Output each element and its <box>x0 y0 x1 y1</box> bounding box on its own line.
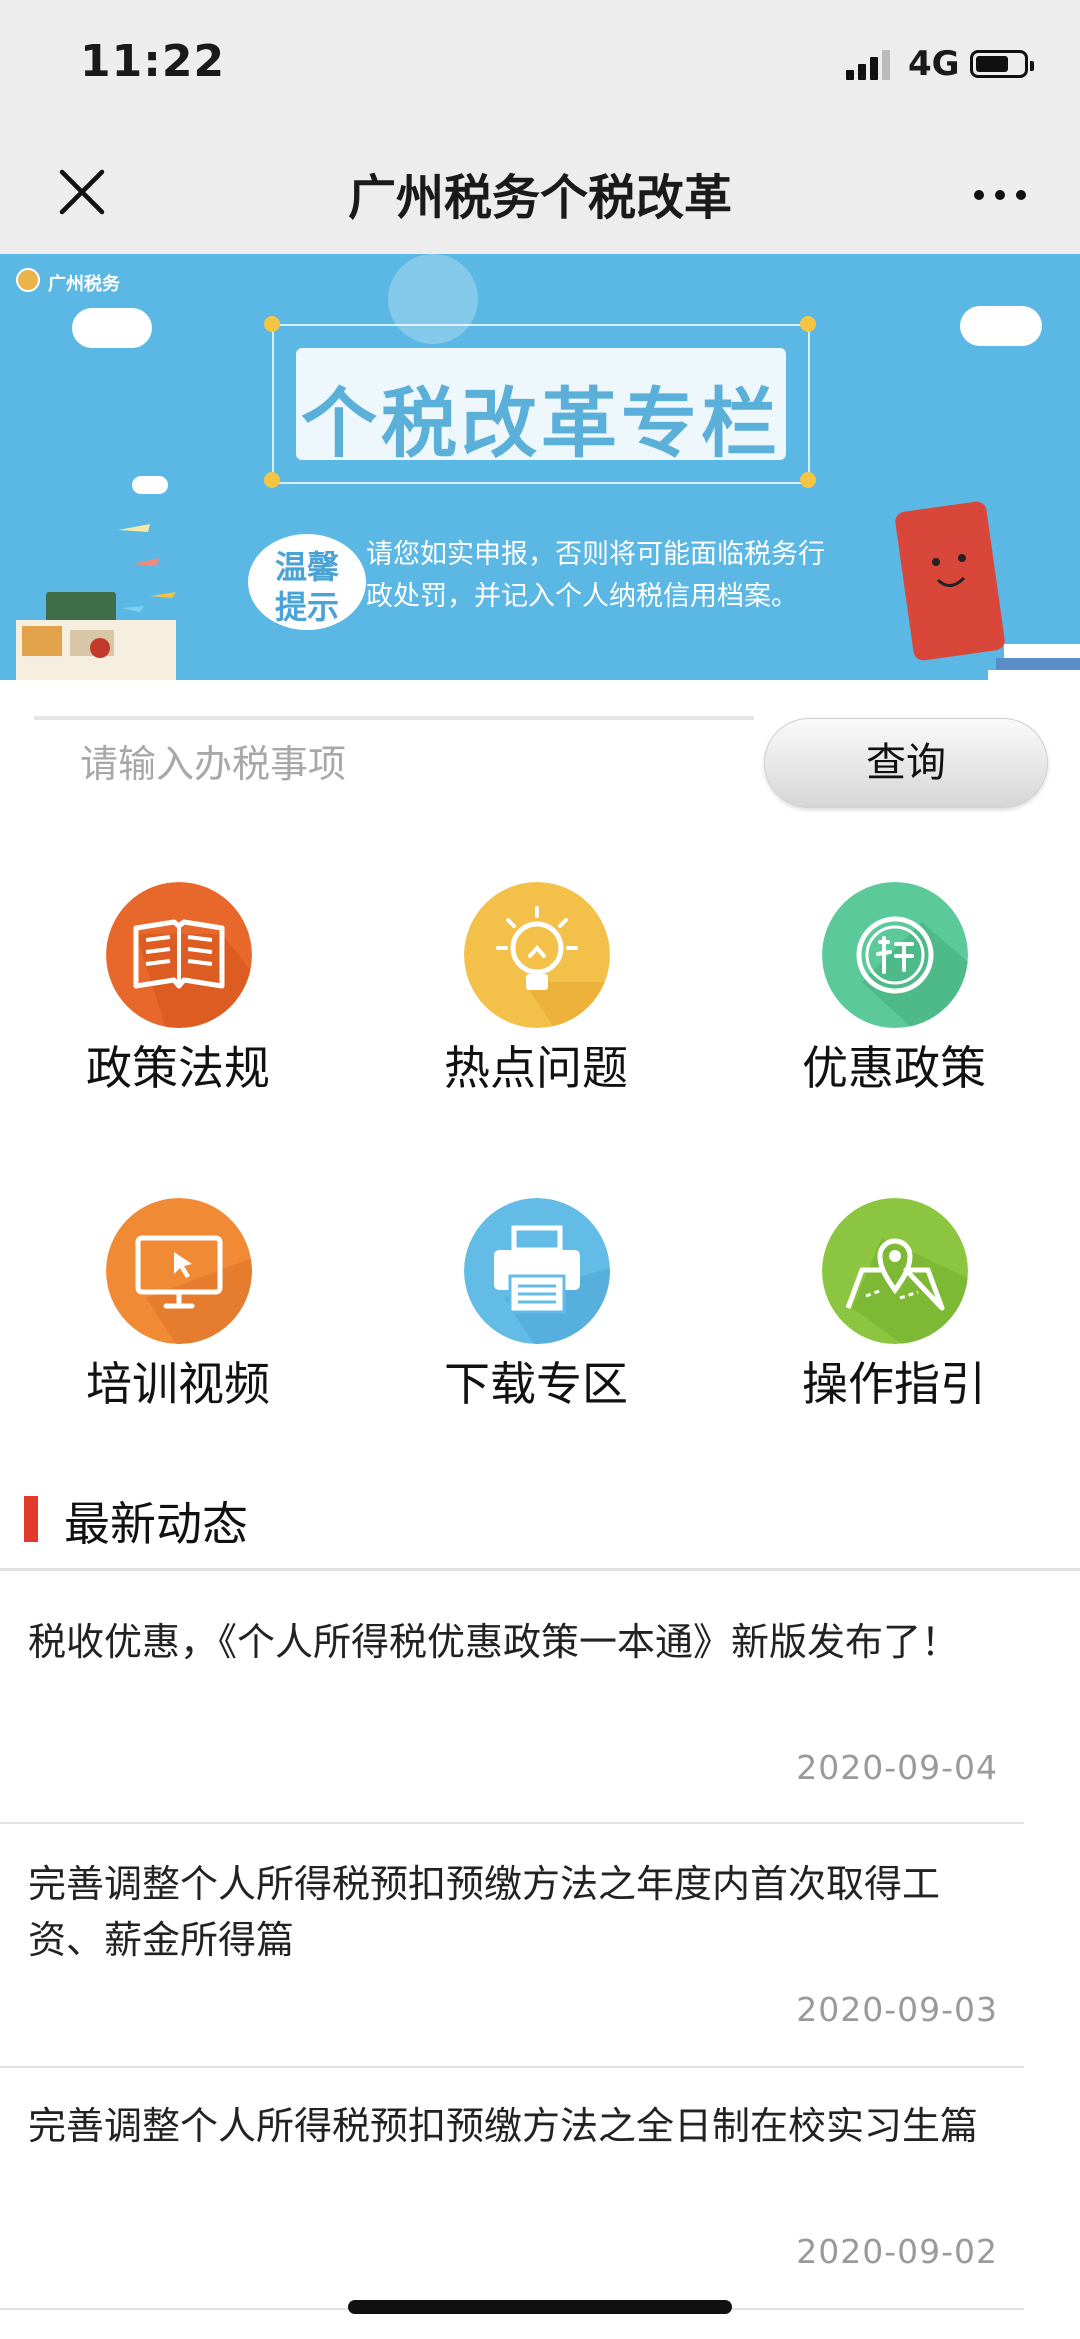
menu-item-policy[interactable]: 政策法规 <box>38 882 318 1112</box>
banner-brand: 广州税务 <box>48 274 120 295</box>
monitor-icon <box>106 1198 252 1344</box>
reminder-line: 请您如实申报，否则将可能面临税务行 <box>366 539 825 570</box>
news-item[interactable]: 税收优惠，《个人所得税优惠政策一本通》新版发布了！ 2020-09-04 <box>0 1614 1024 1824</box>
reminder-badge: 温馨 提示 <box>248 534 366 630</box>
news-item[interactable]: 完善调整个人所得税预扣预缴方法之年度内首次取得工资、薪金所得篇 2020-09-… <box>0 1856 1024 2066</box>
battery-icon <box>970 50 1034 78</box>
news-date: 2020-09-02 <box>796 2232 998 2271</box>
tax-seal-icon <box>822 882 968 1028</box>
menu-label: 操作指引 <box>802 1357 986 1411</box>
news-title: 完善调整个人所得税预扣预缴方法之全日制在校实习生篇 <box>28 2104 979 2148</box>
notebook-character-illustration <box>895 501 1080 680</box>
reminder-label: 提示 <box>274 588 339 626</box>
map-pin-icon <box>822 1198 968 1344</box>
home-indicator[interactable] <box>348 2300 732 2314</box>
divider <box>0 2066 1024 2068</box>
signal-icon <box>846 48 894 80</box>
divider <box>0 1568 1080 1571</box>
network-type: 4G <box>908 44 960 84</box>
news-title: 完善调整个人所得税预扣预缴方法之年度内首次取得工资、薪金所得篇 <box>28 1862 941 1962</box>
frame-dot <box>800 316 816 332</box>
frame-dot <box>264 316 280 332</box>
cloud-icon <box>960 306 1042 346</box>
news-date: 2020-09-03 <box>796 1990 998 2029</box>
menu-label: 热点问题 <box>444 1041 628 1095</box>
banner-headline: 个税改革专栏 <box>301 379 781 468</box>
more-icon[interactable] <box>970 184 1030 204</box>
menu-label: 政策法规 <box>86 1041 270 1095</box>
news-title: 税收优惠，《个人所得税优惠政策一本通》新版发布了！ <box>28 1620 960 1664</box>
status-bar: 11:22 4G <box>0 0 1080 132</box>
menu-label: 优惠政策 <box>802 1041 986 1095</box>
book-illustration <box>16 524 176 680</box>
page-title: 广州税务个税改革 <box>347 170 732 226</box>
section-accent-bar <box>24 1496 38 1542</box>
printer-icon <box>464 1198 610 1344</box>
news-date: 2020-09-04 <box>796 1748 998 1787</box>
menu-item-downloads[interactable]: 下载专区 <box>396 1198 676 1428</box>
menu-item-preferential-policy[interactable]: 优惠政策 <box>754 882 1034 1112</box>
menu-label: 下载专区 <box>444 1357 628 1411</box>
section-title: 最新动态 <box>64 1497 248 1551</box>
reminder-line: 政处罚，并记入个人纳税信用档案。 <box>366 581 798 612</box>
nav-bar: 广州税务个税改革 <box>0 132 1080 254</box>
search-button[interactable]: 查询 <box>764 718 1048 808</box>
divider <box>0 1822 1024 1824</box>
book-icon <box>106 882 252 1028</box>
menu-item-training-video[interactable]: 培训视频 <box>38 1198 318 1428</box>
reminder-text: 请您如实申报，否则将可能面临税务行 政处罚，并记入个人纳税信用档案。 <box>366 534 886 618</box>
lightbulb-icon <box>464 882 610 1028</box>
frame-dot <box>264 472 280 488</box>
menu-label: 培训视频 <box>86 1357 270 1411</box>
frame-dot <box>800 472 816 488</box>
news-item[interactable]: 完善调整个人所得税预扣预缴方法之全日制在校实习生篇 2020-09-02 <box>0 2098 1024 2308</box>
status-time: 11:22 <box>80 36 226 87</box>
tax-emblem-icon <box>16 268 40 292</box>
banner[interactable]: 广州税务 个税改革专栏 温馨 提示 请您如实申报，否则将可能面临税务行 政处罚，… <box>0 254 1080 680</box>
menu-item-hot-questions[interactable]: 热点问题 <box>396 882 676 1112</box>
search-input[interactable] <box>34 716 754 808</box>
menu-item-operation-guide[interactable]: 操作指引 <box>754 1198 1034 1428</box>
